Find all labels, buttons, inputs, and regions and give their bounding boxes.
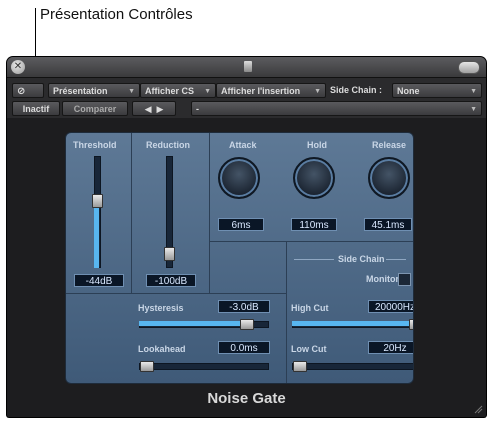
afficher-insertion-label: Afficher l'insertion — [221, 86, 301, 96]
threshold-slider[interactable] — [92, 156, 103, 268]
window-lock-icon — [244, 61, 252, 72]
reduction-slider[interactable] — [164, 156, 175, 268]
threshold-value[interactable]: -44dB — [74, 274, 124, 287]
high-cut-slider-handle[interactable] — [408, 319, 413, 330]
hold-label: Hold — [307, 140, 327, 150]
low-cut-value[interactable]: 20Hz — [368, 341, 413, 354]
chevron-down-icon: ▼ — [204, 88, 211, 95]
hysteresis-slider[interactable] — [139, 319, 269, 330]
low-cut-slider[interactable] — [292, 361, 413, 372]
presentation-label: Présentation — [53, 86, 108, 96]
high-cut-label: High Cut — [291, 303, 329, 313]
high-cut-slider-fill — [292, 321, 413, 326]
divider — [294, 259, 334, 260]
divider — [131, 133, 132, 293]
monitor-label: Monitor — [366, 274, 399, 284]
close-icon: ✕ — [13, 61, 23, 72]
side-chain-label: Side Chain : — [330, 85, 383, 95]
bypass-label: Inactif — [22, 104, 50, 114]
preset-value: - — [196, 104, 199, 114]
preset-select[interactable]: - ▼ — [191, 101, 482, 116]
title-bar: ✕ — [7, 57, 486, 78]
attack-label: Attack — [229, 140, 257, 150]
monitor-checkbox[interactable] — [398, 273, 411, 286]
afficher-insertion-menu[interactable]: Afficher l'insertion ▼ — [216, 83, 326, 98]
side-chain-section-label: Side Chain — [338, 254, 385, 264]
plugin-panel: Threshold -44dB Reduction -100dB Attack … — [65, 132, 414, 384]
chevron-down-icon: ▼ — [470, 106, 477, 113]
high-cut-value[interactable]: 20000Hz — [368, 300, 413, 313]
chevron-down-icon: ▼ — [314, 88, 321, 95]
hysteresis-slider-fill — [139, 321, 245, 326]
resize-grip-icon[interactable] — [473, 404, 483, 414]
attack-knob[interactable] — [218, 157, 260, 199]
lookahead-value[interactable]: 0.0ms — [218, 341, 270, 354]
divider — [286, 241, 287, 383]
compare-button[interactable]: Comparer — [62, 101, 128, 116]
hysteresis-slider-handle[interactable] — [239, 319, 254, 330]
chevron-down-icon: ▼ — [128, 88, 135, 95]
low-cut-slider-handle[interactable] — [293, 361, 307, 372]
presentation-menu[interactable]: Présentation ▼ — [48, 83, 140, 98]
reduction-value[interactable]: -100dB — [146, 274, 196, 287]
chevron-down-icon: ▼ — [470, 88, 477, 95]
callout-line — [35, 8, 36, 58]
release-value[interactable]: 45.1ms — [364, 218, 412, 231]
preset-nav[interactable]: ◀ ▶ — [132, 101, 176, 116]
threshold-label: Threshold — [73, 140, 117, 150]
divider — [210, 241, 413, 242]
divider — [66, 293, 286, 294]
reduction-slider-handle[interactable] — [164, 247, 175, 262]
zoom-button[interactable] — [458, 61, 480, 74]
lookahead-label: Lookahead — [138, 344, 186, 354]
lookahead-slider-handle[interactable] — [140, 361, 154, 372]
divider — [209, 133, 210, 293]
link-button[interactable]: ⊘ — [12, 83, 44, 98]
link-icon: ⊘ — [17, 86, 26, 97]
compare-label: Comparer — [73, 104, 117, 114]
bypass-button[interactable]: Inactif — [12, 101, 60, 116]
plugin-window: ✕ ⊘ Présentation ▼ Afficher CS ▼ Afficher … — [7, 57, 486, 417]
release-label: Release — [372, 140, 407, 150]
hold-knob[interactable] — [293, 157, 335, 199]
previous-icon[interactable]: ◀ — [145, 104, 152, 114]
side-chain-select[interactable]: None ▼ — [392, 83, 482, 98]
afficher-cs-menu[interactable]: Afficher CS ▼ — [140, 83, 216, 98]
side-chain-value: None — [397, 86, 420, 96]
afficher-cs-label: Afficher CS — [145, 86, 195, 96]
hysteresis-value[interactable]: -3.0dB — [218, 300, 270, 313]
divider — [386, 259, 406, 260]
next-icon[interactable]: ▶ — [157, 104, 164, 114]
threshold-slider-handle[interactable] — [92, 194, 103, 209]
callout-label: Présentation Contrôles — [40, 6, 193, 23]
plugin-name: Noise Gate — [207, 390, 286, 407]
lookahead-slider[interactable] — [139, 361, 269, 372]
release-knob[interactable] — [368, 157, 410, 199]
low-cut-label: Low Cut — [291, 344, 327, 354]
reduction-label: Reduction — [146, 140, 190, 150]
attack-value[interactable]: 6ms — [218, 218, 264, 231]
high-cut-slider[interactable] — [292, 319, 413, 330]
hysteresis-label: Hysteresis — [138, 303, 184, 313]
close-button[interactable]: ✕ — [11, 60, 25, 74]
threshold-slider-fill — [94, 199, 99, 268]
hold-value[interactable]: 110ms — [291, 218, 337, 231]
toolbar: ⊘ Présentation ▼ Afficher CS ▼ Afficher l'… — [7, 78, 486, 118]
